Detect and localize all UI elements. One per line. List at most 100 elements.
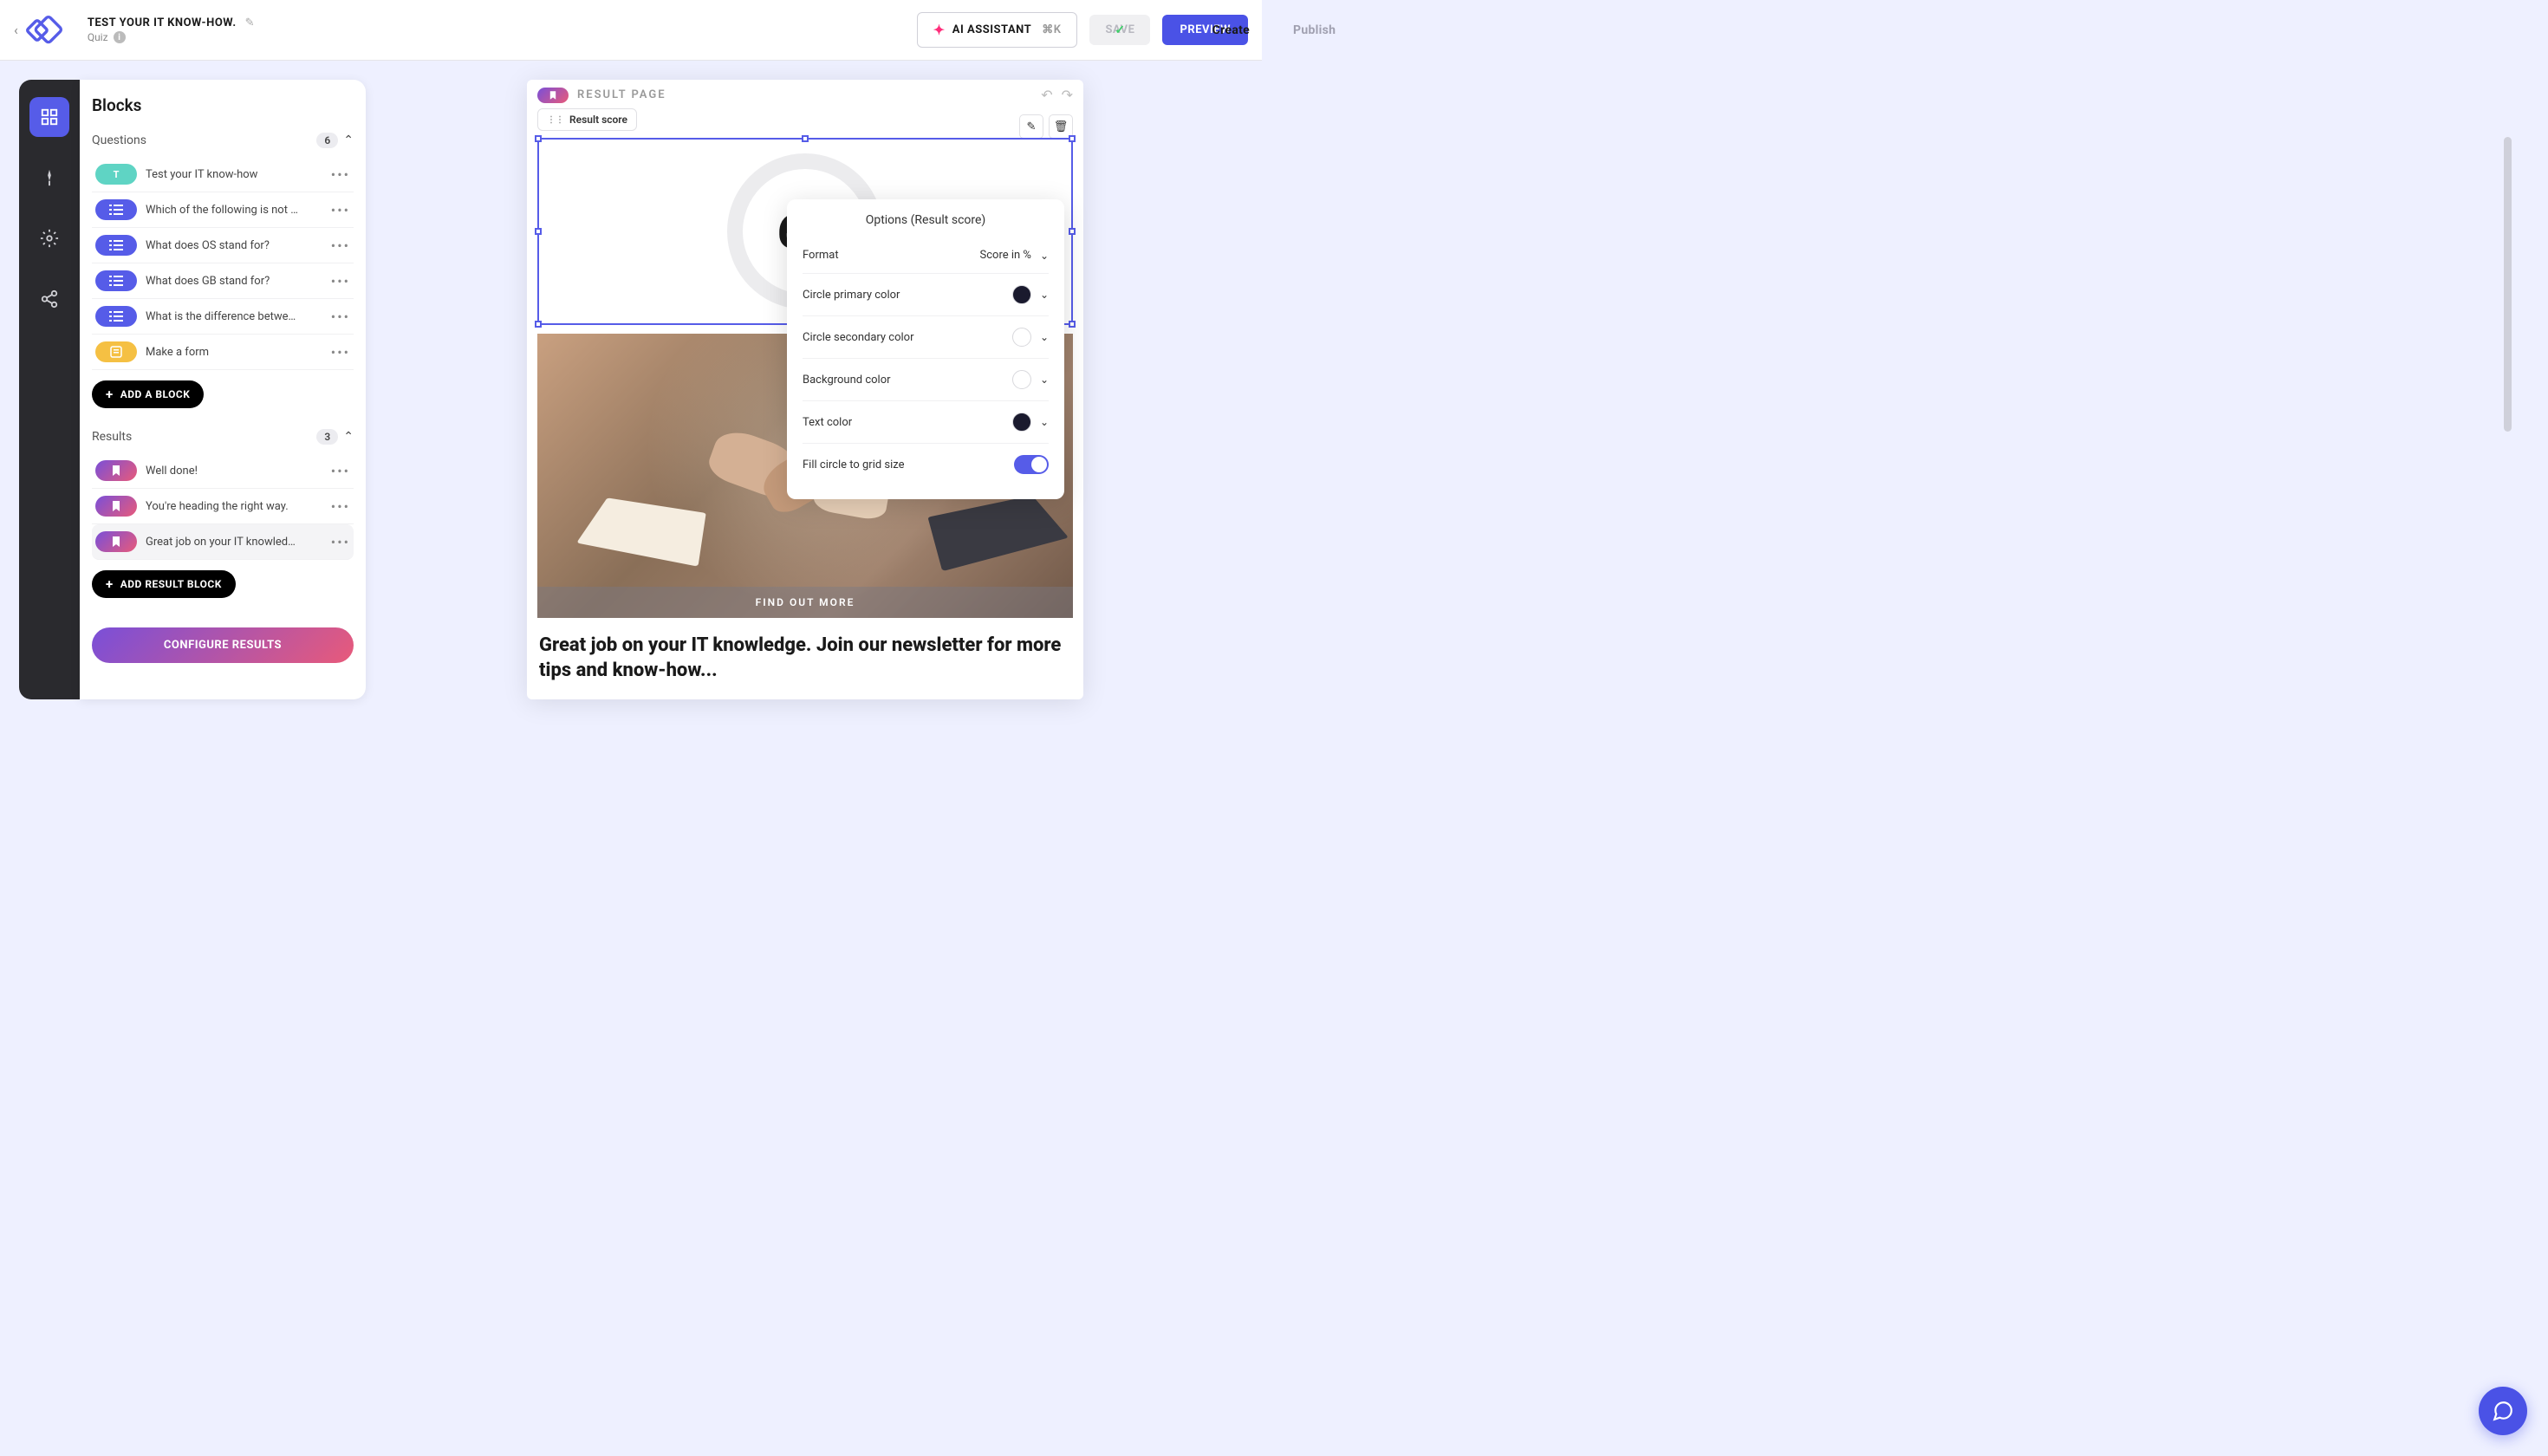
bookmark-icon [95,496,137,517]
rail-settings-icon[interactable] [29,218,69,258]
block-label: What does GB stand for? [146,275,322,288]
more-icon[interactable]: ••• [331,166,350,183]
block-item-form[interactable]: Make a form ••• [92,335,354,370]
rail-share-icon[interactable] [29,279,69,319]
main-tabs: Create Publish [1212,23,1336,37]
block-label: Well done! [146,465,322,478]
page-subtitle: Quiz [88,31,108,43]
plus-icon: + [106,576,114,592]
more-icon[interactable]: ••• [331,534,350,550]
chevron-down-icon[interactable]: ⌄ [1040,374,1049,386]
questions-count: 6 [316,133,338,148]
color-swatch[interactable] [1012,413,1031,432]
more-icon[interactable]: ••• [331,309,350,325]
chevron-down-icon[interactable]: ⌄ [1040,416,1049,428]
chevron-down-icon[interactable]: ⌄ [1040,331,1049,343]
sparkle-icon: ✦ [933,22,946,38]
list-block-icon [95,235,137,256]
format-label: Format [803,249,839,262]
resize-handle[interactable] [535,321,542,328]
section-results-header[interactable]: Results 3 ⌃ [92,429,354,445]
color-swatch[interactable] [1012,285,1031,304]
edit-element-button[interactable]: ✎ [1019,114,1043,139]
add-result-label: ADD RESULT BLOCK [120,578,222,590]
results-count: 3 [316,429,338,445]
bookmark-icon [95,460,137,481]
text-color-row[interactable]: Text color ⌄ [803,401,1049,444]
more-icon[interactable]: ••• [331,463,350,479]
resize-handle[interactable] [802,135,809,142]
edit-title-icon[interactable]: ✎ [245,16,255,29]
ai-label: AI ASSISTANT [952,23,1031,36]
result-heading[interactable]: Great job on your IT knowledge. Join our… [539,634,1071,683]
ai-shortcut: ⌘K [1042,23,1061,36]
scrollbar-thumb[interactable] [2504,137,2512,432]
block-label: What does OS stand for? [146,239,322,252]
configure-results-button[interactable]: CONFIGURE RESULTS [92,627,354,663]
result-item-1[interactable]: Well done! ••• [92,453,354,489]
redo-icon[interactable]: ↷ [1062,87,1073,103]
popover-title: Options (Result score) [803,213,1049,227]
color-swatch[interactable] [1012,328,1031,347]
rail-blocks-icon[interactable] [29,97,69,137]
top-bar: ‹ TEST YOUR IT KNOW-HOW. ✎ Quiz i Create… [0,0,1262,61]
block-item-q1[interactable]: Which of the following is not … ••• [92,192,354,228]
add-block-label: ADD A BLOCK [120,388,191,400]
primary-color-label: Circle primary color [803,289,900,302]
tab-publish[interactable]: Publish [1293,23,1336,37]
fill-circle-toggle[interactable] [1014,455,1049,474]
more-icon[interactable]: ••• [331,202,350,218]
chevron-down-icon[interactable]: ⌄ [1040,289,1049,301]
secondary-color-row[interactable]: Circle secondary color ⌄ [803,316,1049,359]
info-icon[interactable]: i [114,31,126,43]
block-item-q2[interactable]: What does OS stand for? ••• [92,228,354,263]
back-button[interactable]: ‹ [14,22,18,38]
page-label-row: RESULT PAGE ↶ ↷ [527,80,1083,108]
section-questions-header[interactable]: Questions 6 ⌃ [92,133,354,148]
ai-assistant-button[interactable]: ✦ AI ASSISTANT ⌘K [917,12,1078,48]
format-value: Score in % [980,249,1031,262]
block-item-q3[interactable]: What does GB stand for? ••• [92,263,354,299]
resize-handle[interactable] [1069,228,1076,235]
more-icon[interactable]: ••• [331,498,350,515]
text-block-icon: T [95,164,137,185]
secondary-color-label: Circle secondary color [803,331,914,344]
color-swatch[interactable] [1012,370,1031,389]
format-row[interactable]: Format Score in % ⌄ [803,237,1049,274]
save-button[interactable]: SAVE ✓ [1089,15,1150,45]
more-icon[interactable]: ••• [331,273,350,289]
block-label: Great job on your IT knowled… [146,536,322,549]
result-item-2[interactable]: You're heading the right way. ••• [92,489,354,524]
more-icon[interactable]: ••• [331,344,350,361]
block-item-q4[interactable]: What is the difference betwe… ••• [92,299,354,335]
page-title: TEST YOUR IT KNOW-HOW. [88,16,237,29]
chevron-up-icon: ⌃ [343,133,354,147]
resize-handle[interactable] [535,228,542,235]
chip-label: Result score [569,114,627,126]
bg-color-row[interactable]: Background color ⌄ [803,359,1049,401]
primary-color-row[interactable]: Circle primary color ⌄ [803,274,1049,316]
chat-button[interactable] [2479,1387,2527,1435]
bookmark-icon [95,531,137,552]
resize-handle[interactable] [1069,135,1076,142]
resize-handle[interactable] [1069,321,1076,328]
add-block-button[interactable]: + ADD A BLOCK [92,380,204,408]
bookmark-icon [537,88,569,103]
drag-handle-icon[interactable]: ⋮⋮ [547,115,564,125]
chevron-down-icon[interactable]: ⌄ [1040,250,1049,262]
resize-handle[interactable] [535,135,542,142]
more-icon[interactable]: ••• [331,237,350,254]
block-item-intro[interactable]: T Test your IT know-how ••• [92,157,354,192]
app-logo[interactable] [25,14,70,47]
rail-design-icon[interactable] [29,158,69,198]
fill-circle-label: Fill circle to grid size [803,458,905,471]
blocks-panel: Blocks Questions 6 ⌃ T Test your IT know… [80,80,366,699]
chevron-up-icon: ⌃ [343,430,354,444]
result-item-3[interactable]: Great job on your IT knowled… ••• [92,524,354,560]
tab-create[interactable]: Create [1212,23,1250,37]
selected-element-chip[interactable]: ⋮⋮ Result score [537,108,637,131]
block-label: Make a form [146,346,322,359]
add-result-button[interactable]: + ADD RESULT BLOCK [92,570,236,598]
undo-icon[interactable]: ↶ [1041,87,1052,103]
block-label: What is the difference betwe… [146,310,322,323]
